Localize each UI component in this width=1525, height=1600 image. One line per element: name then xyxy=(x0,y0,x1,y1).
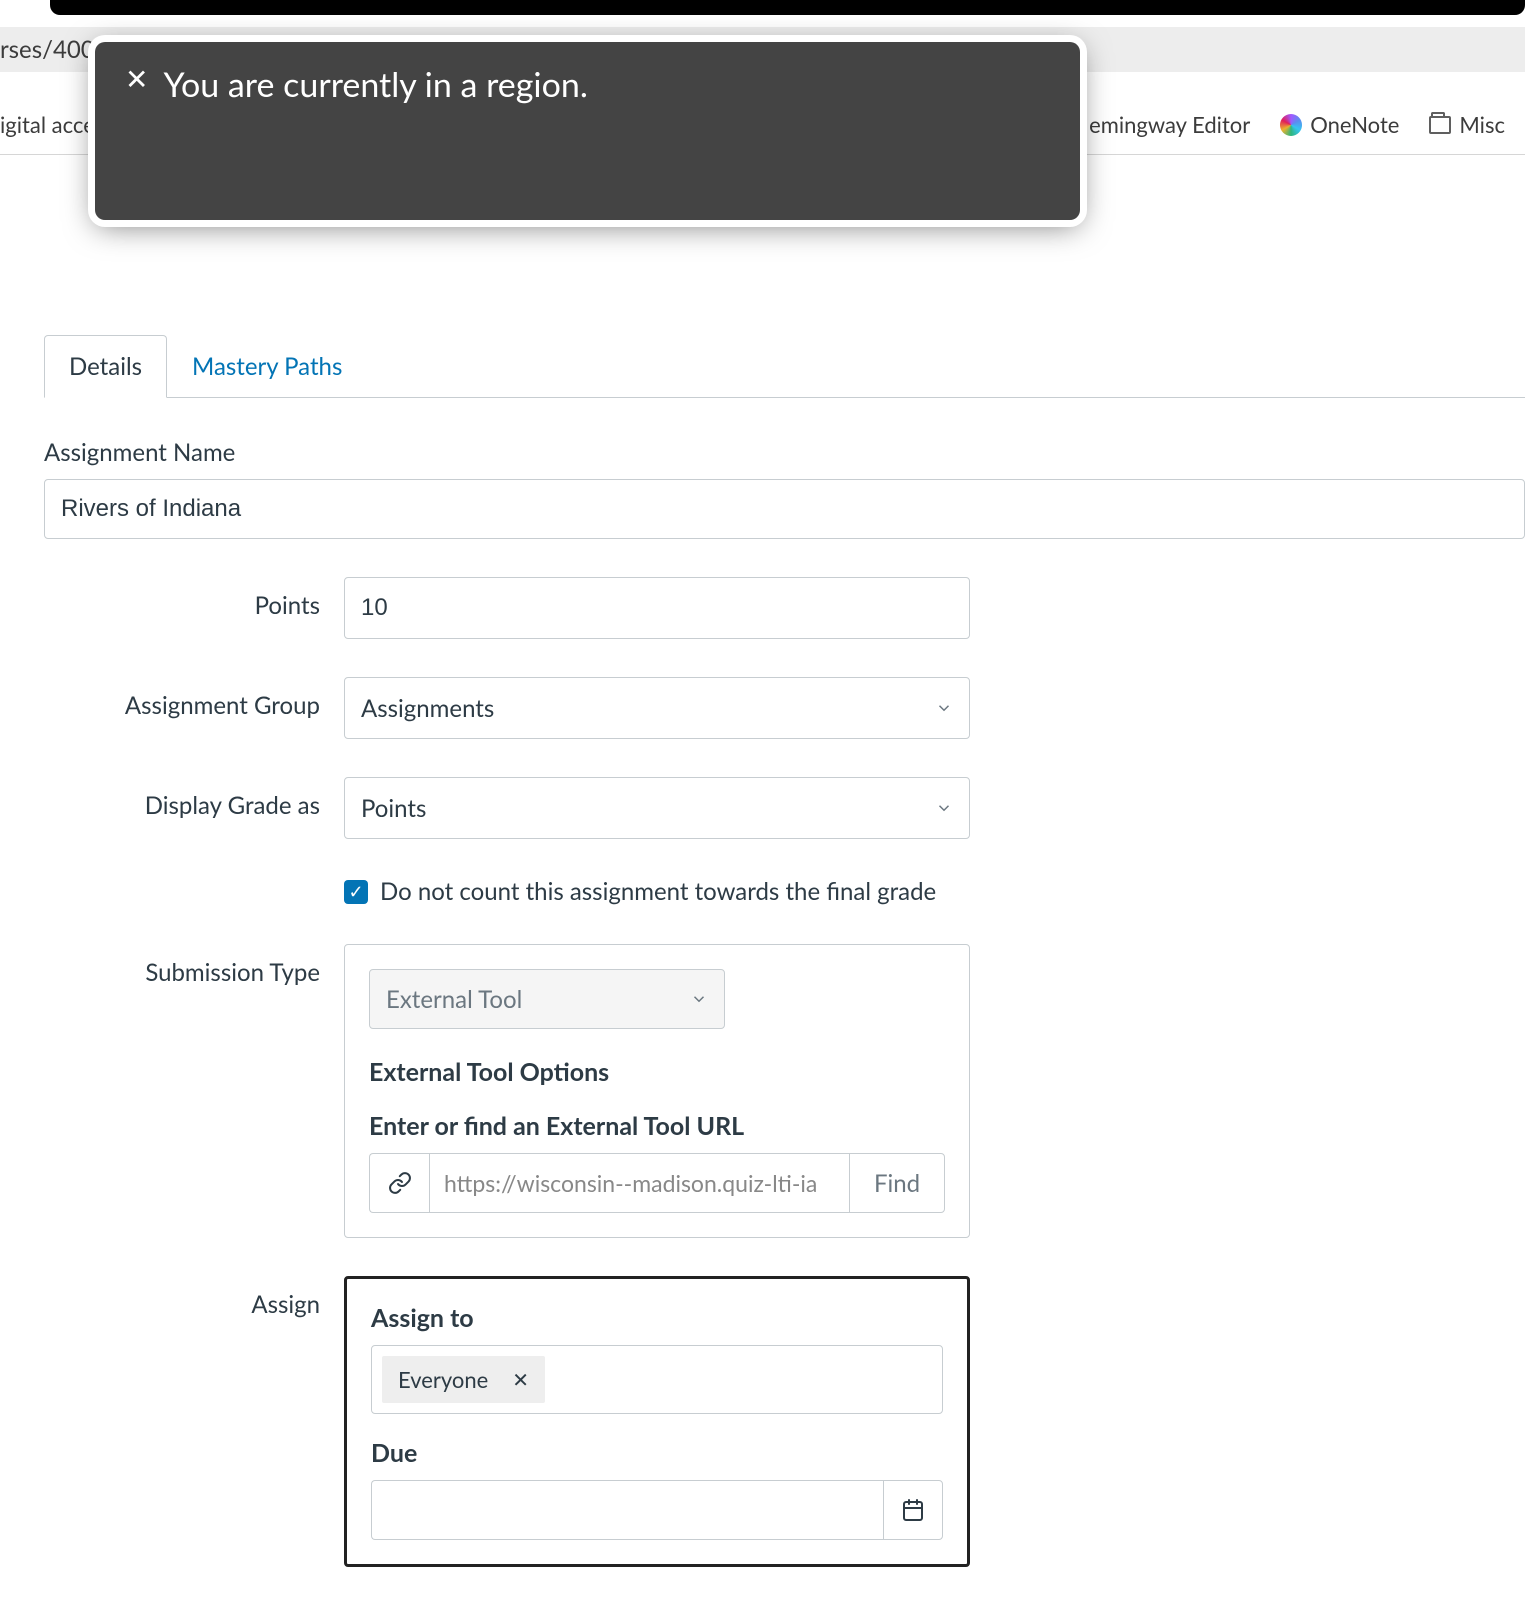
calendar-icon xyxy=(901,1498,925,1522)
submission-type-panel: External Tool External Tool Options Ente… xyxy=(344,944,970,1238)
tab-details[interactable]: Details xyxy=(44,335,167,398)
assign-label: Assign xyxy=(44,1276,344,1319)
external-tool-options-heading: External Tool Options xyxy=(369,1057,945,1087)
bookmark-misc[interactable]: Misc xyxy=(1429,111,1505,138)
submission-type-select[interactable]: External Tool xyxy=(369,969,725,1029)
bookmark-label: Misc xyxy=(1459,111,1505,138)
due-date-group xyxy=(371,1480,943,1540)
bookmark-hemingway[interactable]: emingway Editor xyxy=(1089,111,1250,138)
do-not-count-checkbox-row[interactable]: ✓ Do not count this assignment towards t… xyxy=(344,877,1525,906)
chevron-down-icon xyxy=(935,699,953,717)
checkbox-checked-icon[interactable]: ✓ xyxy=(344,880,368,904)
bookmark-label: igital acce xyxy=(0,111,95,138)
link-icon xyxy=(369,1153,429,1213)
assignment-name-label: Assignment Name xyxy=(44,438,1525,467)
assign-panel: Assign to Everyone ✕ Due xyxy=(344,1276,970,1567)
display-grade-label: Display Grade as xyxy=(44,777,344,820)
select-value: External Tool xyxy=(386,985,522,1014)
select-value: Assignments xyxy=(361,694,494,723)
tab-list: Details Mastery Paths xyxy=(44,335,1525,398)
calendar-button[interactable] xyxy=(883,1480,943,1540)
bookmark-label: emingway Editor xyxy=(1089,111,1250,138)
assign-to-tag: Everyone ✕ xyxy=(382,1356,545,1403)
external-tool-url-input[interactable]: https://wisconsin--madison.quiz-lti-ia xyxy=(429,1153,849,1213)
region-toast: ✕ You are currently in a region. xyxy=(95,42,1080,220)
remove-tag-icon[interactable]: ✕ xyxy=(504,1368,537,1392)
chevron-down-icon xyxy=(690,990,708,1008)
chevron-down-icon xyxy=(935,799,953,817)
submission-type-label: Submission Type xyxy=(44,944,344,987)
url-fragment: rses/400 xyxy=(0,35,95,64)
find-button[interactable]: Find xyxy=(849,1153,945,1213)
assign-to-input[interactable]: Everyone ✕ xyxy=(371,1345,943,1414)
bookmark-onenote[interactable]: OneNote xyxy=(1280,111,1399,138)
points-input[interactable] xyxy=(344,577,970,639)
external-tool-url-group: https://wisconsin--madison.quiz-lti-ia F… xyxy=(369,1153,945,1213)
due-date-input[interactable] xyxy=(371,1480,883,1540)
assignment-group-select[interactable]: Assignments xyxy=(344,677,970,739)
tab-mastery-paths[interactable]: Mastery Paths xyxy=(167,335,367,397)
select-value: Points xyxy=(361,794,426,823)
assignment-group-label: Assignment Group xyxy=(44,677,344,720)
assign-to-heading: Assign to xyxy=(371,1303,943,1333)
button-label: Find xyxy=(874,1169,920,1198)
bookmark-label: OneNote xyxy=(1310,111,1399,138)
external-tool-url-heading: Enter or find an External Tool URL xyxy=(369,1111,945,1141)
tag-label: Everyone xyxy=(398,1366,488,1393)
toast-message: You are currently in a region. xyxy=(163,64,587,105)
assignment-name-input[interactable] xyxy=(44,479,1525,539)
points-label: Points xyxy=(44,577,344,620)
folder-icon xyxy=(1429,116,1451,134)
onenote-icon xyxy=(1280,114,1302,136)
checkbox-label: Do not count this assignment towards the… xyxy=(380,877,936,906)
close-icon[interactable]: ✕ xyxy=(125,64,148,92)
url-value: https://wisconsin--madison.quiz-lti-ia xyxy=(444,1169,817,1197)
window-titlebar xyxy=(50,0,1525,15)
tab-label: Details xyxy=(69,352,142,381)
display-grade-select[interactable]: Points xyxy=(344,777,970,839)
tab-label: Mastery Paths xyxy=(192,352,342,381)
bookmark-digital-access[interactable]: igital acce xyxy=(0,111,95,138)
due-heading: Due xyxy=(371,1438,943,1468)
